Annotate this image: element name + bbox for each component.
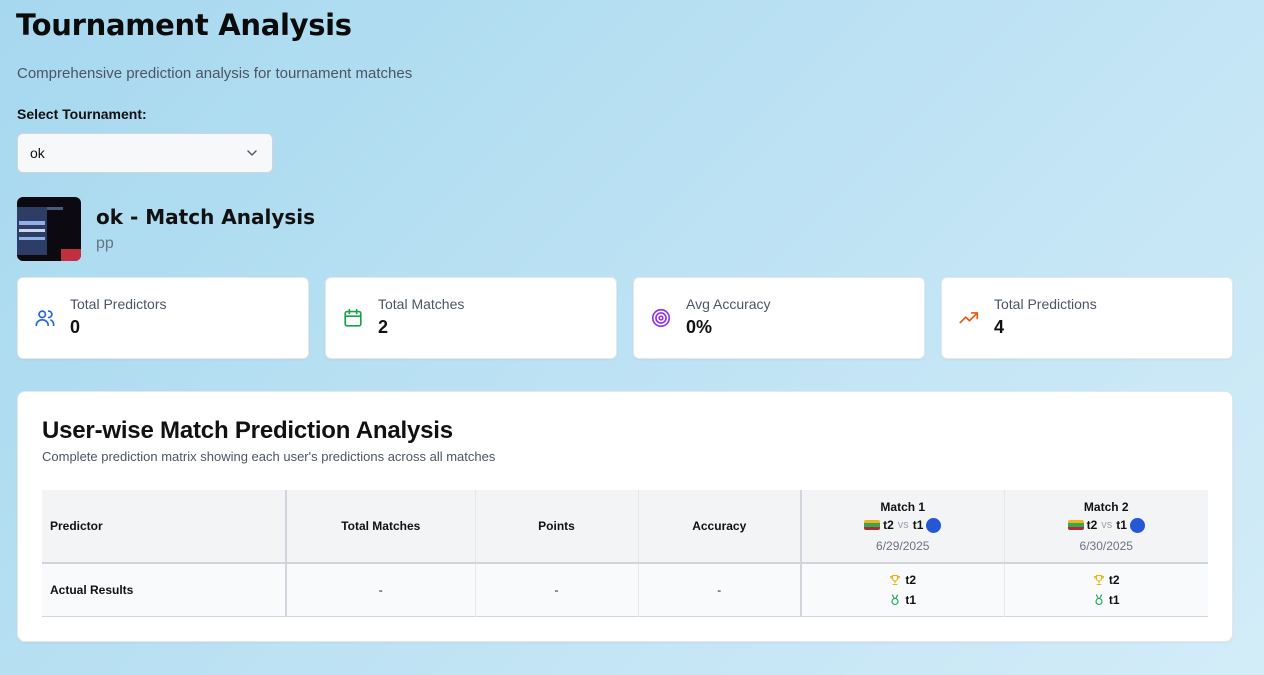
medal-icon — [1095, 594, 1103, 605]
team-name: t1 — [1116, 518, 1127, 532]
team-logo-icon — [1129, 517, 1145, 533]
predictor-name: Actual Results — [42, 563, 287, 616]
column-header-accuracy: Accuracy — [638, 490, 802, 563]
team-logo-icon — [864, 520, 881, 530]
match-date: 6/29/2025 — [876, 538, 930, 553]
stat-label: Avg Accuracy — [686, 296, 771, 312]
stat-card-total-predictors: Total Predictors 0 — [17, 277, 309, 359]
vs-label: vs — [897, 519, 909, 531]
accuracy-cell: - — [638, 563, 802, 616]
prediction-matrix-panel: User-wise Match Prediction Analysis Comp… — [17, 391, 1233, 642]
calendar-icon — [342, 307, 364, 329]
tournament-name: ok - Match Analysis — [96, 205, 316, 229]
column-header-points: Points — [475, 490, 639, 563]
trending-up-icon — [958, 307, 980, 329]
stat-value: 0% — [686, 317, 713, 337]
tournament-header: ok - Match Analysis pp — [17, 197, 315, 261]
chevron-down-icon — [246, 147, 258, 159]
stat-card-avg-accuracy: Avg Accuracy 0% — [633, 277, 925, 359]
winner-name: t2 — [905, 572, 917, 587]
team-logo-icon — [1067, 520, 1084, 530]
tournament-description: pp — [96, 235, 114, 252]
stat-card-total-predictions: Total Predictions 4 — [941, 277, 1233, 359]
table-row: Actual Results - - - t2 t1 t2 t1 — [42, 563, 1208, 616]
trophy-icon — [1093, 574, 1104, 585]
loser-name: t1 — [905, 592, 917, 607]
panel-subtitle: Complete prediction matrix showing each … — [42, 449, 496, 464]
team-name: t1 — [912, 518, 924, 532]
target-icon — [650, 307, 672, 329]
page-subtitle: Comprehensive prediction analysis for to… — [17, 65, 413, 82]
column-header-match-2: Match 2 t2 vs t1 6/30/2025 — [1004, 490, 1208, 563]
stat-value: 4 — [994, 317, 1005, 337]
vs-label: vs — [1101, 519, 1113, 531]
winner-name: t2 — [1108, 572, 1120, 587]
medal-icon — [891, 594, 899, 605]
table-header-row: Predictor Total Matches Points Accuracy … — [42, 490, 1208, 563]
stat-card-total-matches: Total Matches 2 — [325, 277, 617, 359]
loser-name: t1 — [1108, 592, 1120, 607]
team-logo-icon — [926, 517, 942, 533]
column-header-match-1: Match 1 t2 vs t1 6/29/2025 — [801, 490, 1005, 563]
match-1-result-cell: t2 t1 — [801, 563, 1005, 616]
team-name: t2 — [883, 518, 894, 532]
column-header-predictor: Predictor — [42, 490, 287, 563]
prediction-matrix-table: Predictor Total Matches Points Accuracy … — [42, 490, 1208, 617]
stat-value: 0 — [70, 317, 81, 337]
trophy-icon — [890, 574, 901, 585]
match-title: Match 2 — [1083, 499, 1129, 514]
stat-label: Total Matches — [378, 296, 465, 312]
match-title: Match 1 — [880, 499, 926, 514]
points-cell: - — [475, 563, 639, 616]
tournament-select-label: Select Tournament: — [17, 106, 147, 122]
column-header-total-matches: Total Matches — [286, 490, 476, 563]
stat-value: 2 — [378, 317, 389, 337]
users-icon — [34, 307, 56, 329]
total-matches-cell: - — [286, 563, 476, 616]
page-title: Tournament Analysis — [16, 8, 352, 42]
stat-label: Total Predictions — [994, 296, 1097, 312]
tournament-select[interactable]: ok — [17, 133, 273, 173]
match-date: 6/30/2025 — [1079, 538, 1133, 553]
stat-label: Total Predictors — [70, 296, 167, 312]
tournament-thumbnail — [17, 197, 81, 261]
tournament-select-value: ok — [30, 145, 45, 161]
stats-row: Total Predictors 0 Total Matches 2 Avg A… — [17, 277, 1233, 359]
team-name: t2 — [1086, 518, 1098, 532]
panel-title: User-wise Match Prediction Analysis — [42, 417, 453, 444]
match-2-result-cell: t2 t1 — [1004, 563, 1208, 616]
